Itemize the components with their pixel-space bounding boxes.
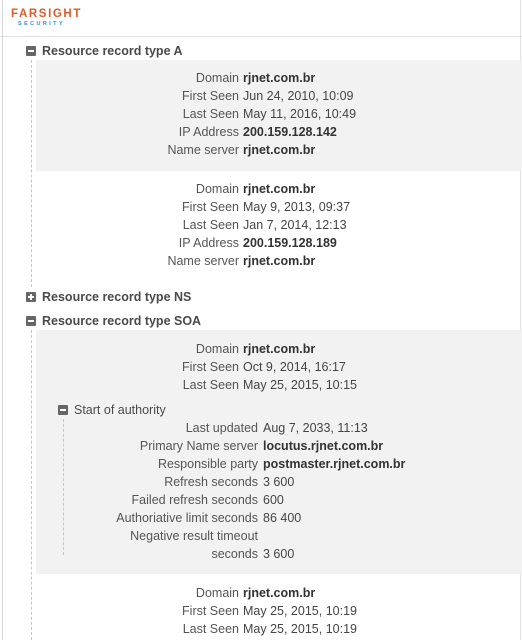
- value-domain[interactable]: rjnet.com.br: [243, 340, 315, 358]
- field-row: Last Seen Jan 7, 2014, 12:13: [36, 216, 522, 234]
- field-row: Authoriative limit seconds 86 400: [36, 509, 522, 527]
- expand-icon[interactable]: [26, 292, 36, 302]
- collapse-icon[interactable]: [26, 316, 36, 326]
- section-soa-guide-line: [31, 330, 32, 640]
- value-last-seen: Jan 7, 2014, 12:13: [243, 218, 347, 232]
- value-domain[interactable]: rjnet.com.br: [243, 69, 315, 87]
- section-a-title: Resource record type A: [42, 44, 183, 58]
- value-refresh: 3 600: [263, 475, 295, 489]
- section-ns-title: Resource record type NS: [42, 290, 192, 304]
- label-responsible: Responsible party: [157, 457, 258, 471]
- field-row: Domain rjnet.com.br: [36, 180, 522, 198]
- value-ip-address[interactable]: 200.159.128.142: [243, 123, 337, 141]
- label-auth-limit: Authoriative limit seconds: [116, 511, 258, 525]
- value-name-server[interactable]: rjnet.com.br: [243, 141, 315, 159]
- field-row: Responsible party postmaster.rjnet.com.br: [36, 455, 522, 473]
- collapse-icon[interactable]: [26, 46, 36, 56]
- label-name-server: Name server: [167, 143, 239, 157]
- label-refresh: Refresh seconds: [164, 475, 258, 489]
- field-row: Last Seen May 25, 2015, 10:15: [36, 376, 522, 394]
- section-soa-title: Resource record type SOA: [42, 314, 202, 328]
- label-last-seen: Last Seen: [182, 622, 239, 636]
- value-last-seen: May 25, 2015, 10:15: [243, 378, 357, 392]
- value-neg-timeout: 3 600: [263, 547, 295, 561]
- value-last-updated: Aug 7, 2033, 11:13: [263, 421, 368, 435]
- field-row: Last Seen May 11, 2016, 10:49: [36, 105, 522, 123]
- label-neg-timeout-line1: Negative result timeout: [130, 529, 258, 543]
- soa-record-2: Domain rjnet.com.br First Seen May 25, 201…: [36, 574, 522, 640]
- collapse-icon[interactable]: [58, 405, 68, 415]
- value-first-seen: Oct 9, 2014, 16:17: [243, 360, 346, 374]
- label-domain: Domain: [195, 586, 239, 600]
- label-first-seen: First Seen: [182, 200, 239, 214]
- label-failed-refresh: Failed refresh seconds: [131, 493, 258, 507]
- start-of-authority-title: Start of authority: [74, 403, 166, 417]
- header: FARSIGHT SECURITY: [0, 0, 522, 37]
- field-row: seconds 3 600: [36, 545, 522, 563]
- logo-sub-text: SECURITY: [18, 21, 66, 27]
- value-last-seen: May 11, 2016, 10:49: [243, 107, 357, 121]
- field-row: Refresh seconds 3 600: [36, 473, 522, 491]
- label-domain: Domain: [195, 182, 239, 196]
- field-row: Domain rjnet.com.br: [36, 340, 522, 358]
- value-first-seen: May 9, 2013, 09:37: [243, 200, 351, 214]
- label-domain: Domain: [195, 342, 239, 356]
- field-row: IP Address 200.159.128.189: [36, 234, 522, 252]
- value-first-seen: Jun 24, 2010, 10:09: [243, 89, 354, 103]
- value-auth-limit: 86 400: [263, 511, 302, 525]
- label-first-seen: First Seen: [182, 604, 239, 618]
- field-row: Name server rjnet.com.br: [36, 141, 522, 159]
- label-last-updated: Last updated: [185, 421, 258, 435]
- field-row: Last updated Aug 7, 2033, 11:13: [36, 419, 522, 437]
- field-row: Primary Name server locutus.rjnet.com.br: [36, 437, 522, 455]
- field-row: Name server rjnet.com.br: [36, 252, 522, 270]
- value-domain[interactable]: rjnet.com.br: [243, 180, 315, 198]
- label-ip-address: IP Address: [178, 125, 239, 139]
- field-row: Failed refresh seconds 600: [36, 491, 522, 509]
- value-first-seen: May 25, 2015, 10:19: [243, 604, 357, 618]
- label-name-server: Name server: [167, 254, 239, 268]
- field-row: First Seen May 9, 2013, 09:37: [36, 198, 522, 216]
- field-row: IP Address 200.159.128.142: [36, 123, 522, 141]
- field-row: First Seen May 25, 2015, 10:19: [36, 602, 522, 620]
- label-first-seen: First Seen: [182, 360, 239, 374]
- section-a-header[interactable]: Resource record type A: [26, 42, 183, 60]
- value-ip-address[interactable]: 200.159.128.189: [243, 234, 337, 252]
- label-last-seen: Last Seen: [182, 378, 239, 392]
- value-responsible[interactable]: postmaster.rjnet.com.br: [263, 455, 405, 473]
- section-a-guide-line: [31, 60, 32, 287]
- label-neg-timeout-line2: seconds: [211, 547, 258, 561]
- frame-left-border: [2, 0, 3, 640]
- label-last-seen: Last Seen: [182, 107, 239, 121]
- field-row: Domain rjnet.com.br: [36, 69, 522, 87]
- value-last-seen: May 25, 2015, 10:19: [243, 622, 357, 636]
- a-record-1: Domain rjnet.com.br First Seen Jun 24, 201…: [36, 60, 522, 171]
- label-domain: Domain: [195, 71, 239, 85]
- section-ns-header[interactable]: Resource record type NS: [26, 288, 191, 306]
- value-name-server[interactable]: rjnet.com.br: [243, 252, 315, 270]
- label-ip-address: IP Address: [178, 236, 239, 250]
- field-row: First Seen Jun 24, 2010, 10:09: [36, 87, 522, 105]
- start-of-authority-header[interactable]: Start of authority: [58, 401, 166, 419]
- field-row: First Seen Oct 9, 2014, 16:17: [36, 358, 522, 376]
- value-primary-ns[interactable]: locutus.rjnet.com.br: [263, 437, 383, 455]
- value-domain[interactable]: rjnet.com.br: [243, 584, 315, 602]
- label-primary-ns: Primary Name server: [139, 439, 258, 453]
- field-row: Last Seen May 25, 2015, 10:19: [36, 620, 522, 638]
- label-first-seen: First Seen: [182, 89, 239, 103]
- label-last-seen: Last Seen: [182, 218, 239, 232]
- soa-record-1: Domain rjnet.com.br First Seen Oct 9, 2014…: [36, 330, 522, 574]
- section-soa-header[interactable]: Resource record type SOA: [26, 312, 201, 330]
- field-row: Domain rjnet.com.br: [36, 584, 522, 602]
- farsight-logo[interactable]: FARSIGHT SECURITY: [11, 8, 82, 28]
- logo-main-text: FARSIGHT: [11, 8, 82, 20]
- field-row: Negative result timeout: [36, 527, 522, 545]
- value-failed-refresh: 600: [263, 493, 284, 507]
- a-record-2: Domain rjnet.com.br First Seen May 9, 2013…: [36, 171, 522, 281]
